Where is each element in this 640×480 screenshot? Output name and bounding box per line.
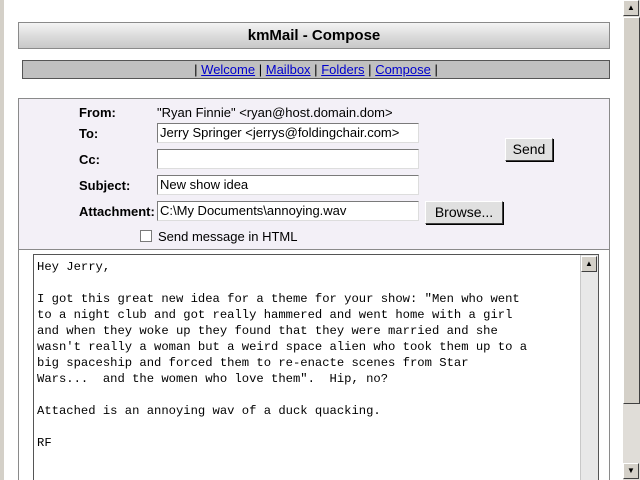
window-scroll-up-arrow-icon[interactable]: ▲	[623, 0, 639, 16]
nav-separator: |	[368, 62, 372, 77]
from-label: From:	[79, 105, 116, 120]
textarea-scrollbar[interactable]: ▲	[580, 255, 598, 480]
to-field[interactable]: Jerry Springer <jerrys@foldingchair.com>	[157, 123, 419, 143]
page-title: kmMail - Compose	[18, 22, 610, 49]
nav-separator: |	[194, 62, 198, 77]
window-scroll-down-arrow-icon[interactable]: ▼	[623, 463, 639, 479]
window-scroll-thumb[interactable]	[623, 17, 640, 404]
nav-link-mailbox[interactable]: Mailbox	[266, 62, 311, 77]
browser-window: kmMail - Compose | Welcome | Mailbox | F…	[0, 0, 623, 480]
compose-form: From: "Ryan Finnie" <ryan@host.domain.do…	[18, 98, 610, 250]
browse-button[interactable]: Browse...	[425, 201, 503, 224]
html-checkbox[interactable]	[140, 230, 152, 242]
cc-label: Cc:	[79, 152, 100, 167]
message-body-textarea[interactable]: Hey Jerry, I got this great new idea for…	[33, 254, 599, 480]
subject-field[interactable]: New show idea	[157, 175, 419, 195]
nav-separator: |	[434, 62, 438, 77]
nav-separator: |	[258, 62, 263, 77]
message-panel: Hey Jerry, I got this great new idea for…	[18, 250, 610, 480]
window-scrollbar[interactable]: ▲ ▼	[623, 0, 640, 480]
html-checkbox-label: Send message in HTML	[158, 229, 298, 244]
message-body-text: Hey Jerry, I got this great new idea for…	[37, 260, 528, 450]
attachment-field[interactable]: C:\My Documents\annoying.wav	[157, 201, 419, 221]
from-value: "Ryan Finnie" <ryan@host.domain.dom>	[157, 105, 393, 120]
subject-label: Subject:	[79, 178, 131, 193]
nav-separator: |	[314, 62, 318, 77]
to-label: To:	[79, 126, 99, 141]
nav-bar: | Welcome | Mailbox | Folders | Compose …	[22, 60, 610, 79]
nav-link-welcome[interactable]: Welcome	[201, 62, 255, 77]
send-button[interactable]: Send	[505, 138, 553, 161]
scroll-up-arrow-icon[interactable]: ▲	[581, 256, 597, 272]
attachment-label: Attachment:	[79, 204, 155, 219]
nav-link-compose[interactable]: Compose	[375, 62, 431, 77]
cc-field[interactable]	[157, 149, 419, 169]
nav-link-folders[interactable]: Folders	[321, 62, 364, 77]
